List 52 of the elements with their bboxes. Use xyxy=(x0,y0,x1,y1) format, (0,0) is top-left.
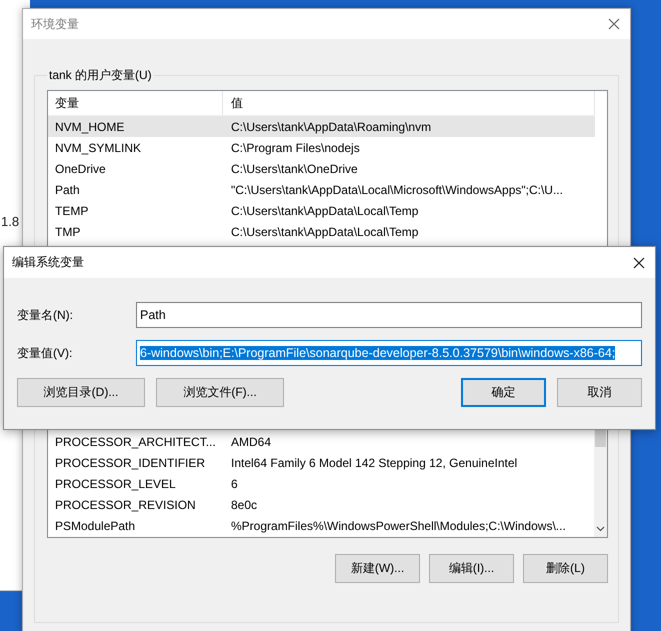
list-row[interactable]: NVM_HOME C:\Users\tank\AppData\Roaming\nvm xyxy=(48,116,595,137)
list-row[interactable]: PROCESSOR_REVISION 8e0c xyxy=(48,494,581,515)
variable-value: C:\Program Files\nodejs xyxy=(230,140,360,154)
variable-value: AMD64 xyxy=(230,434,272,448)
variable-name: NVM_SYMLINK xyxy=(54,140,142,154)
variable-value: 6 xyxy=(230,476,238,490)
list-row[interactable]: PSModulePath %ProgramFiles%\WindowsPowerShell\Modules;C:\Windows\... xyxy=(48,515,581,536)
variable-value: %ProgramFiles%\WindowsPowerShell\Modules;C:\Windows\... xyxy=(230,518,566,532)
variable-value: C:\Users\tank\OneDrive xyxy=(230,162,358,176)
variable-value: C:\Users\tank\AppData\Local\Temp xyxy=(230,204,418,218)
list-row[interactable]: PROCESSOR_IDENTIFIER Intel64 Family 6 Model 142 Stepping 12, GenuineIntel xyxy=(48,452,581,473)
list-row[interactable]: PROCESSOR_ARCHITECT... AMD64 xyxy=(48,431,581,452)
list-row[interactable]: PROCESSOR_LEVEL 6 xyxy=(48,473,581,494)
list-action-button[interactable]: 删除(L) xyxy=(523,554,608,583)
browse-button[interactable]: 浏览文件(F)... xyxy=(156,378,284,407)
background-text: 1.8 xyxy=(1,214,20,229)
field-label: 变量名(N): xyxy=(17,306,74,324)
variable-name: PROCESSOR_IDENTIFIER xyxy=(54,456,206,470)
variable-name: PSModulePath xyxy=(54,518,136,532)
list-row[interactable]: Path "C:\Users\tank\AppData\Local\Microsoft\WindowsApps";C:\U... xyxy=(48,179,595,200)
variable-value: C:\Users\tank\AppData\Local\Temp xyxy=(230,224,418,238)
variable-name: Path xyxy=(54,182,81,196)
chevron-down-icon[interactable] xyxy=(596,526,605,532)
dialog-title: 编辑系统变量 xyxy=(12,254,84,271)
input-field[interactable]: Path xyxy=(136,302,642,328)
input-field[interactable]: 6-windows\bin;E:\ProgramFile\sonarqube-developer-8.5.0.37579\bin\windows-x86-64; xyxy=(136,340,642,366)
group-label: tank 的用户变量(U) xyxy=(48,67,153,84)
variable-name: TMP xyxy=(54,224,82,238)
dialog-button[interactable]: 确定 xyxy=(461,378,546,407)
list-row[interactable]: OneDrive C:\Users\tank\OneDrive xyxy=(48,158,595,179)
window-title: 环境变量 xyxy=(31,16,79,32)
variable-value: "C:\Users\tank\AppData\Local\Microsoft\WindowsApps";C:\U... xyxy=(230,182,563,196)
list-row[interactable]: TMP C:\Users\tank\AppData\Local\Temp xyxy=(48,221,595,242)
field-label: 变量值(V): xyxy=(17,344,74,362)
browse-button[interactable]: 浏览目录(D)... xyxy=(17,378,145,407)
variable-name: OneDrive xyxy=(54,162,107,176)
variable-name: PROCESSOR_LEVEL xyxy=(54,476,177,490)
variable-name: PROCESSOR_ARCHITECT... xyxy=(54,434,217,448)
close-icon[interactable] xyxy=(633,256,645,268)
list-action-button[interactable]: 编辑(I)... xyxy=(429,554,514,583)
list-row[interactable]: NVM_SYMLINK C:\Program Files\nodejs xyxy=(48,137,595,158)
variable-value: C:\Users\tank\AppData\Roaming\nvm xyxy=(230,120,432,134)
dialog-button[interactable]: 取消 xyxy=(557,378,642,407)
list-row[interactable]: TEMP C:\Users\tank\AppData\Local\Temp xyxy=(48,200,595,221)
variable-value: 8e0c xyxy=(230,498,258,512)
variable-name: PROCESSOR_REVISION xyxy=(54,498,197,512)
variable-name: TEMP xyxy=(54,204,90,218)
variable-name: NVM_HOME xyxy=(54,120,126,134)
column-header[interactable]: 变量 xyxy=(48,91,223,115)
variable-value: Intel64 Family 6 Model 142 Stepping 12, GenuineIntel xyxy=(230,456,518,470)
column-header[interactable]: 值 xyxy=(223,91,595,115)
list-action-button[interactable]: 新建(W)... xyxy=(335,554,420,583)
